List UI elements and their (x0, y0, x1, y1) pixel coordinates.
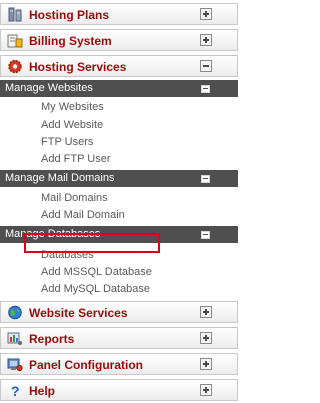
collapse-icon[interactable] (200, 60, 212, 72)
section-hosting-plans[interactable]: Hosting Plans (0, 3, 238, 25)
section-panel-configuration[interactable]: Panel Configuration (0, 353, 238, 375)
billing-icon (7, 33, 23, 48)
subsection-label: Manage Mail Domains (5, 172, 115, 184)
section-billing-system[interactable]: Billing System (0, 29, 238, 51)
expand-icon[interactable] (200, 8, 212, 20)
link-add-mysql-database[interactable]: Add MySQL Database (41, 283, 150, 296)
highlight-box (24, 233, 160, 253)
link-mail-domains[interactable]: Mail Domains (41, 192, 108, 205)
link-my-websites[interactable]: My Websites (41, 101, 104, 114)
expand-icon[interactable] (200, 358, 212, 370)
expand-icon[interactable] (200, 384, 212, 396)
expand-icon[interactable] (200, 34, 212, 46)
collapse-icon[interactable] (201, 175, 210, 183)
section-hosting-services[interactable]: Hosting Services (0, 55, 238, 77)
link-add-website[interactable]: Add Website (41, 119, 103, 132)
gear-icon (7, 59, 23, 74)
section-help[interactable]: ? Help (0, 379, 238, 401)
server-tower-icon (7, 7, 23, 22)
navigation-panel: Hosting Plans Billing System Hosting Ser… (0, 0, 246, 402)
section-label: Website Services (29, 306, 128, 320)
subsection-manage-mail-domains[interactable]: Manage Mail Domains (0, 170, 238, 187)
reports-icon (7, 331, 23, 346)
link-add-mail-domain[interactable]: Add Mail Domain (41, 209, 125, 222)
section-label: Reports (29, 332, 75, 346)
link-add-ftp-user[interactable]: Add FTP User (41, 153, 111, 166)
globe-icon (7, 305, 23, 320)
collapse-icon[interactable] (201, 85, 210, 93)
collapse-icon[interactable] (201, 231, 210, 239)
expand-icon[interactable] (200, 306, 212, 318)
subsection-manage-websites[interactable]: Manage Websites (0, 80, 238, 97)
link-add-mssql-database[interactable]: Add MSSQL Database (41, 266, 152, 279)
help-icon: ? (7, 383, 23, 399)
subsection-label: Manage Websites (5, 82, 93, 94)
expand-icon[interactable] (200, 332, 212, 344)
section-label: Billing System (29, 34, 112, 48)
section-label: Panel Configuration (29, 358, 143, 372)
link-ftp-users[interactable]: FTP Users (41, 136, 93, 149)
panel-configuration-icon (7, 357, 23, 372)
svg-text:?: ? (11, 383, 20, 398)
section-reports[interactable]: Reports (0, 327, 238, 349)
section-website-services[interactable]: Website Services (0, 301, 238, 323)
section-label: Hosting Services (29, 60, 127, 74)
section-label: Help (29, 384, 56, 398)
section-label: Hosting Plans (29, 8, 110, 22)
